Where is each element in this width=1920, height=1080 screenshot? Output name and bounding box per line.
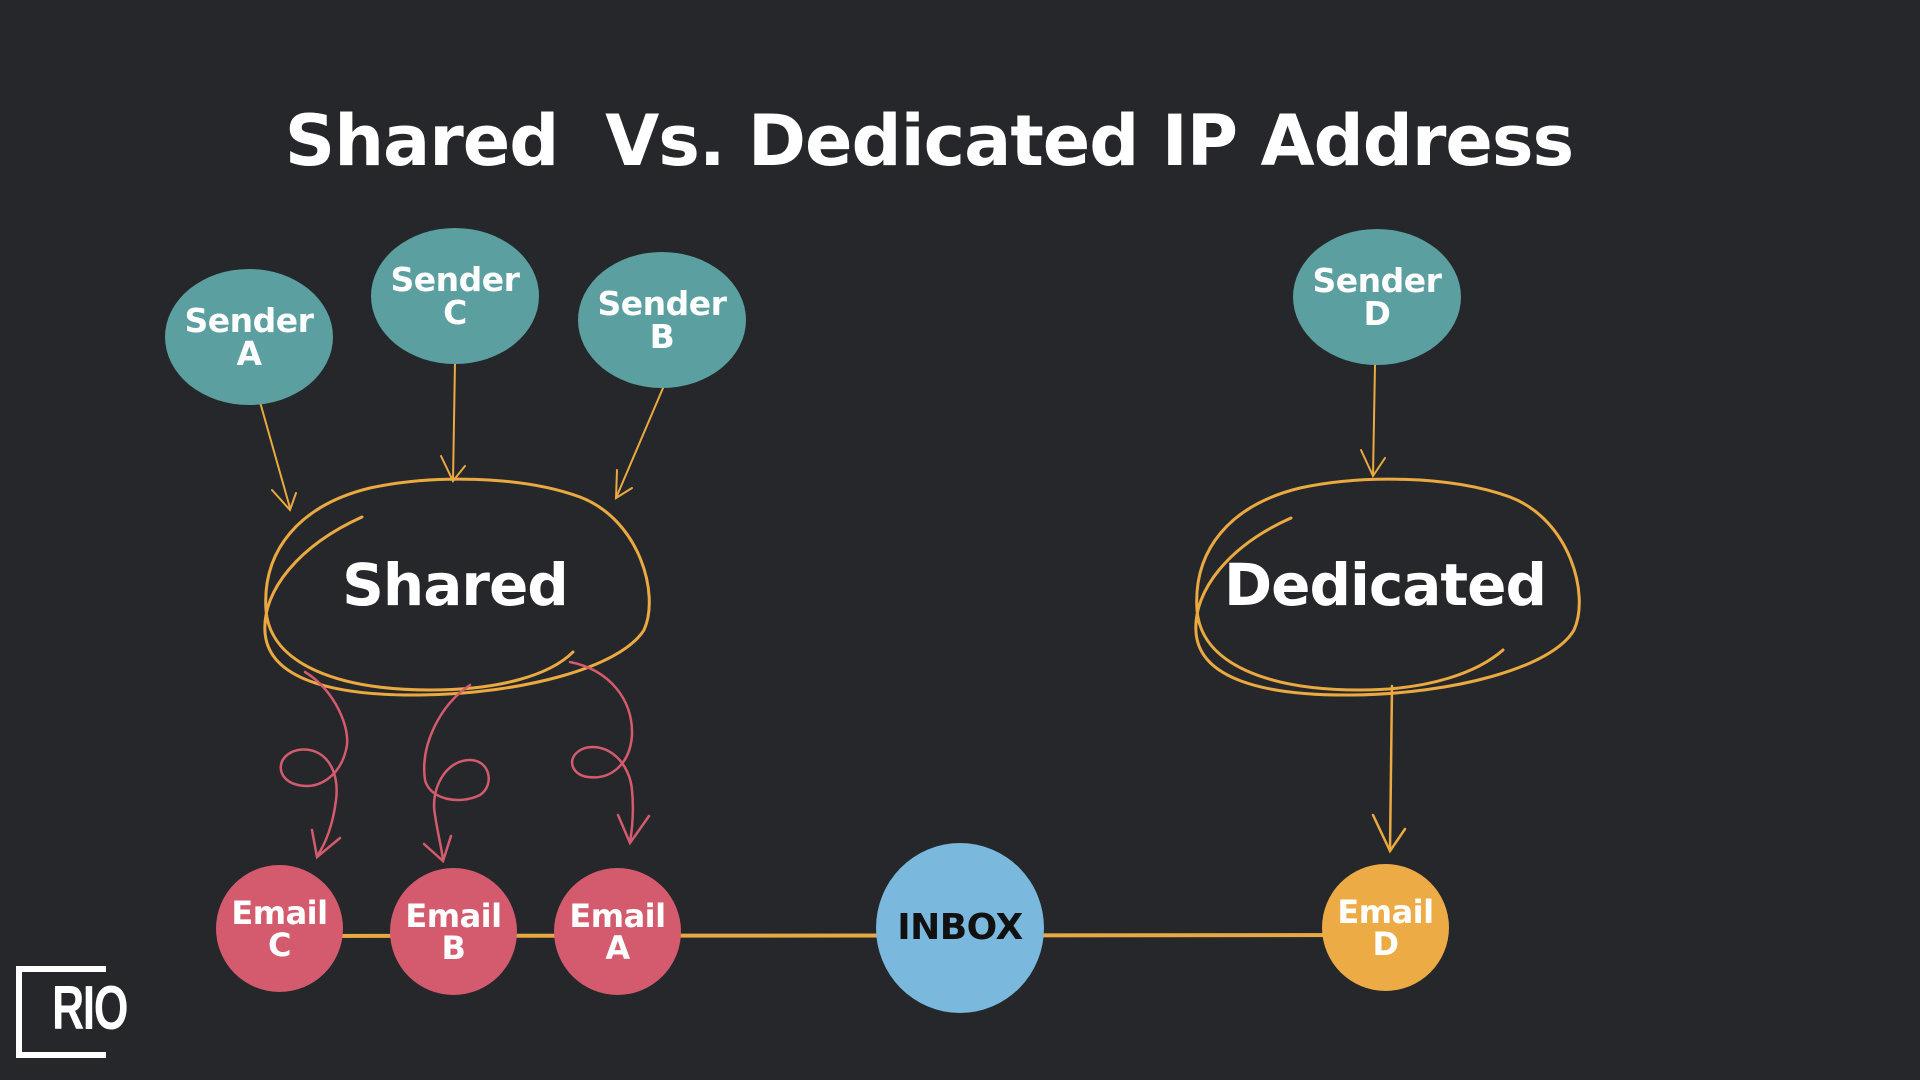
sender-a-node: Sender A — [165, 269, 333, 405]
shared-pool-label: Shared — [342, 551, 569, 619]
curly-arrow-shared-to-email-c — [279, 670, 349, 860]
arrow-sender-a-to-shared — [259, 401, 297, 512]
sender-c-id: C — [443, 293, 467, 332]
arrow-sender-c-to-shared — [440, 361, 466, 483]
email-d-node: Email D — [1322, 864, 1449, 991]
email-b-node: Email B — [390, 868, 517, 995]
email-a-id: A — [605, 928, 630, 967]
arrow-sender-b-to-shared — [614, 387, 664, 500]
curly-arrow-shared-to-email-a — [568, 660, 651, 846]
sender-b-id: B — [649, 317, 675, 356]
dedicated-pool-label: Dedicated — [1224, 551, 1547, 619]
rio-logo: RIO — [16, 966, 128, 1058]
email-b-id: B — [441, 928, 466, 967]
inbox-node: INBOX — [876, 843, 1044, 1013]
arrow-sender-d-to-dedicated — [1360, 364, 1386, 479]
email-c-node: Email C — [216, 865, 343, 992]
sender-c-label: Sender — [390, 260, 520, 299]
sender-b-node: Sender B — [578, 252, 746, 388]
sender-b-label: Sender — [597, 284, 727, 323]
sender-d-id: D — [1363, 294, 1391, 333]
arrow-dedicated-to-email-d — [1371, 684, 1407, 854]
email-c-id: C — [268, 925, 291, 964]
page-title: Shared Vs. Dedicated IP Address — [284, 100, 1574, 182]
sender-d-node: Sender D — [1293, 229, 1461, 365]
email-a-node: Email A — [554, 868, 681, 995]
email-d-label: Email — [1337, 892, 1434, 931]
email-a-label: Email — [569, 896, 666, 935]
sender-a-label: Sender — [184, 301, 314, 340]
email-c-label: Email — [231, 893, 328, 932]
curly-arrow-shared-to-email-b — [422, 683, 490, 864]
email-b-label: Email — [405, 896, 502, 935]
email-d-id: D — [1372, 924, 1399, 963]
logo-text: RIO — [52, 974, 128, 1043]
sender-d-label: Sender — [1312, 261, 1442, 300]
sender-c-node: Sender C — [371, 228, 539, 364]
inbox-label: INBOX — [897, 907, 1023, 948]
sender-a-id: A — [236, 334, 262, 373]
